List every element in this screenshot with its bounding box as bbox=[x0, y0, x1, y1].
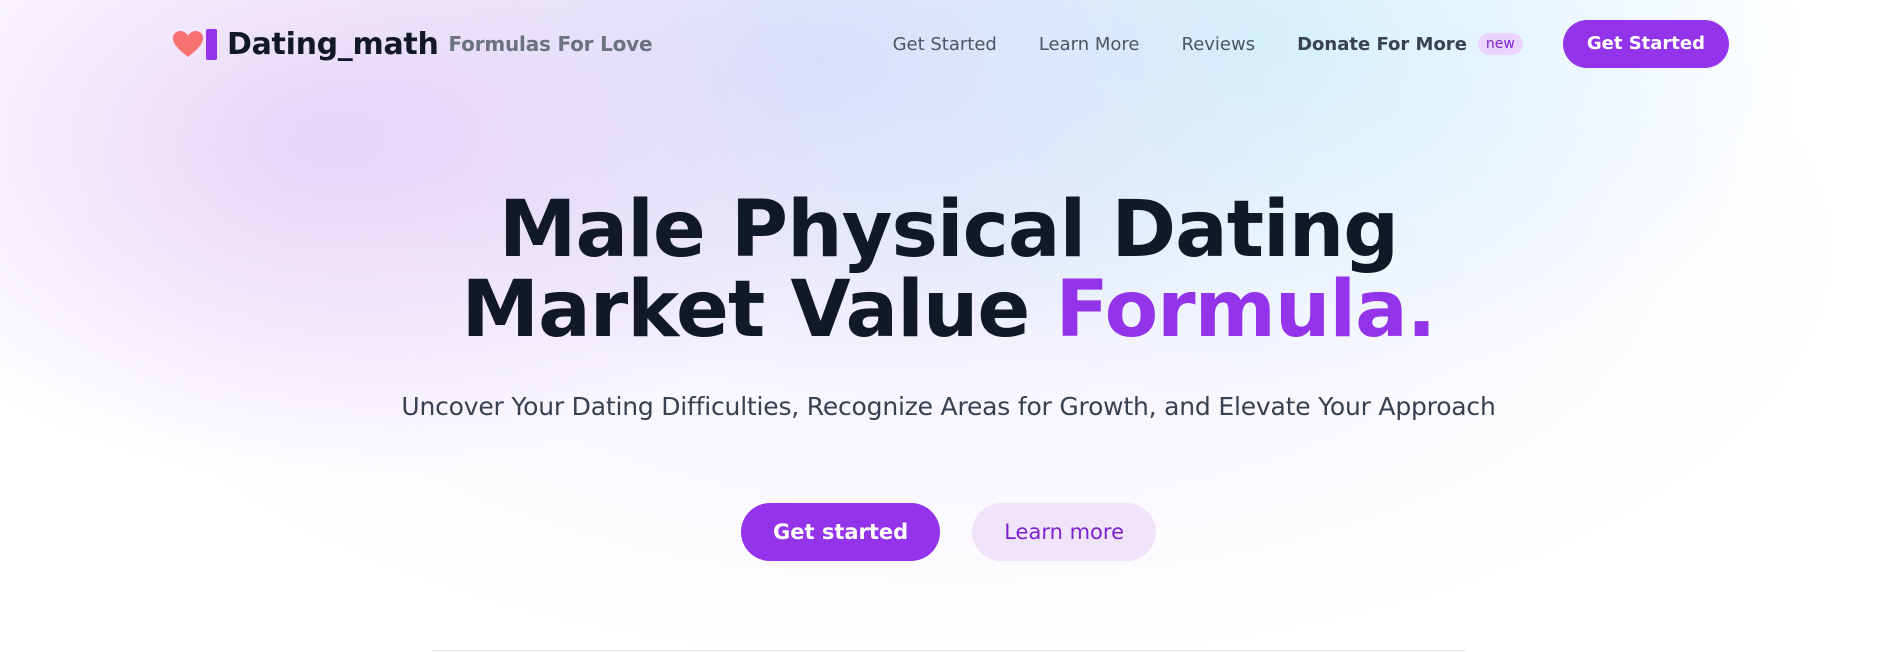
donate-label: Donate For More bbox=[1297, 33, 1467, 55]
site-header: Dating_math Formulas For Love Get Starte… bbox=[172, 19, 1729, 69]
brand-name: Dating_math bbox=[227, 26, 439, 62]
hero-title: Male Physical Dating Market Value Formul… bbox=[0, 190, 1897, 350]
heart-icon bbox=[173, 31, 203, 57]
new-badge: new bbox=[1477, 33, 1523, 55]
nav-link-donate[interactable]: Donate For More new bbox=[1297, 33, 1523, 55]
brand-bar-icon bbox=[206, 28, 217, 60]
hero-title-line2: Market Value bbox=[461, 265, 1031, 355]
page: Dating_math Formulas For Love Get Starte… bbox=[0, 0, 1897, 652]
hero-title-line1: Male Physical Dating bbox=[498, 185, 1399, 275]
nav-link-reviews[interactable]: Reviews bbox=[1182, 34, 1256, 55]
hero-title-accent: Formula. bbox=[1055, 265, 1436, 355]
nav-link-get-started[interactable]: Get Started bbox=[893, 34, 997, 55]
header-get-started-button[interactable]: Get Started bbox=[1562, 20, 1729, 68]
nav-link-learn-more[interactable]: Learn More bbox=[1039, 34, 1140, 55]
hero-section: Male Physical Dating Market Value Formul… bbox=[0, 190, 1897, 561]
brand-tagline: Formulas For Love bbox=[448, 32, 653, 56]
main-nav: Get Started Learn More Reviews Donate Fo… bbox=[893, 20, 1729, 68]
brand-logo-link[interactable]: Dating_math Formulas For Love bbox=[172, 26, 653, 62]
hero-actions: Get started Learn more bbox=[0, 503, 1897, 561]
hero-subtitle: Uncover Your Dating Difficulties, Recogn… bbox=[401, 392, 1496, 421]
get-started-button[interactable]: Get started bbox=[741, 503, 941, 561]
section-divider bbox=[432, 650, 1466, 651]
learn-more-button[interactable]: Learn more bbox=[972, 503, 1156, 561]
